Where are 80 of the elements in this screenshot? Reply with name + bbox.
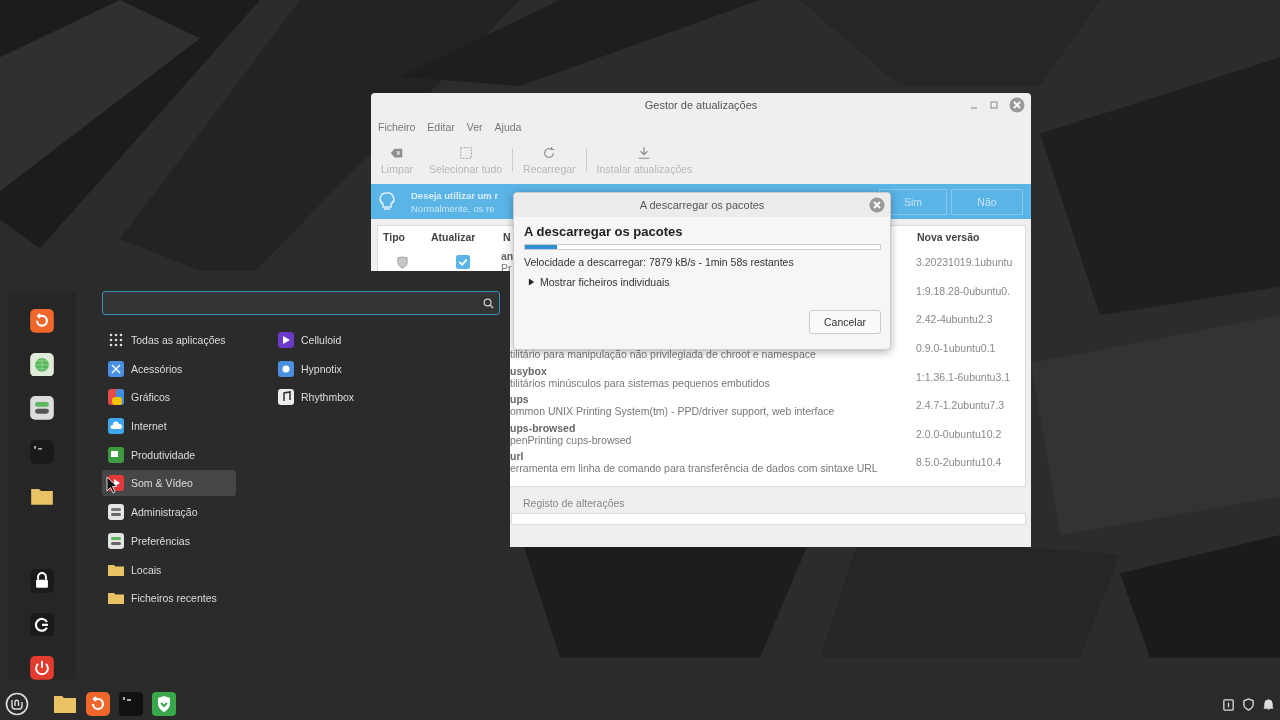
menu-item[interactable]: Ver [466, 121, 483, 135]
shield-icon[interactable] [1242, 697, 1255, 711]
search-icon [483, 297, 494, 309]
browser-icon[interactable] [86, 692, 110, 716]
cloud-icon [108, 418, 124, 435]
package-description: tilitário para manipulação não privilegiada de chroot e namespace [510, 348, 816, 361]
app-item[interactable]: Celluloid [272, 327, 406, 353]
category-item[interactable]: Locais [102, 556, 236, 583]
category-item[interactable]: Internet [102, 413, 236, 440]
package-name: usybox [510, 364, 547, 377]
reload-icon [542, 145, 557, 160]
category-item[interactable]: Administração [102, 499, 236, 526]
app-item[interactable]: Hypnotix [272, 355, 406, 382]
table-cell-text: 1:1.36.1-6ubuntu3.1 [915, 370, 1011, 383]
browser-icon[interactable] [30, 309, 54, 333]
toggle-icon [108, 504, 124, 521]
dialog-heading: A descarregar os pacotes [524, 224, 684, 239]
bell-icon[interactable] [1262, 697, 1275, 711]
close-icon[interactable] [1009, 97, 1025, 113]
category-item[interactable]: Todas as aplicações [102, 327, 236, 353]
power-icon[interactable] [30, 656, 54, 680]
toggle-icon [108, 532, 124, 549]
table-cell-text: 0.9.0-1ubuntu0.1 [915, 342, 997, 355]
menu-item[interactable]: Editar [427, 121, 455, 135]
category-item[interactable]: Acessórios [102, 355, 236, 382]
package-name: url [510, 450, 524, 463]
menu-item[interactable]: Ajuda [494, 121, 522, 135]
table-cell-text: 8.5.0-2ubuntu10.4 [915, 456, 1003, 469]
package-description: ommon UNIX Printing System(tm) - PPD/driver support, web interface [510, 405, 835, 418]
globe-icon[interactable] [30, 352, 54, 377]
category-item[interactable]: Som & Vídeo [102, 470, 236, 497]
scissors-icon [108, 360, 124, 377]
terminal-icon[interactable] [119, 692, 143, 716]
package-name: an [501, 250, 514, 263]
package-description: penPrinting cups-browsed [510, 433, 632, 446]
package-name: ups-browsed [510, 421, 576, 434]
info-title: Deseja utilizar um r [411, 188, 499, 202]
checkbox[interactable] [456, 255, 470, 270]
category-item[interactable]: Gráficos [102, 384, 236, 411]
status-text: Velocidade a descarregar: 7879 kB/s - 1min 58s restantes [524, 256, 795, 268]
app-item[interactable]: Rhythmbox [272, 384, 406, 411]
expander[interactable]: Mostrar ficheiros individuais [524, 276, 881, 288]
shield-icon [396, 255, 408, 269]
category-item[interactable]: Produtividade [102, 441, 236, 468]
clipboard-icon[interactable] [1222, 697, 1235, 711]
dialog-title: A descarregar os pacotes [639, 199, 765, 211]
package-description: tilitários minúsculos para sistemas pequenos embutidos [510, 376, 770, 389]
column-header[interactable]: Nova versão [912, 231, 1025, 243]
table-cell-text: 2.4.7-1.2ubuntu7.3 [915, 399, 1006, 412]
column-header[interactable]: Atualizar [426, 231, 500, 243]
column-header[interactable]: Tipo [378, 231, 426, 243]
table-cell-text: 3.20231019.1ubuntu [915, 256, 1014, 269]
table-cell-text: 2.0.0-0ubuntu10.2 [915, 427, 1003, 440]
menu-item[interactable]: Ficheiro [378, 121, 416, 135]
search-field[interactable] [102, 291, 500, 315]
lightbulb-icon [379, 191, 395, 212]
selection-icon [458, 145, 473, 160]
table-cell-text: 1:9.18.28-0ubuntu0. [915, 284, 1011, 297]
play-icon [278, 332, 294, 348]
folder-icon [108, 590, 124, 607]
package-name: ups [510, 393, 529, 406]
close-icon[interactable] [869, 197, 885, 213]
package-description: erramenta em linha de comando para transferência de dados com sintaxe URL [510, 462, 878, 475]
gradient-icon [108, 389, 124, 406]
shield-icon[interactable] [152, 692, 176, 716]
cursor-icon [106, 476, 118, 494]
info-text: Normalmente, os re [411, 201, 495, 215]
download-icon [637, 145, 652, 160]
table-cell-text: 2.42-4ubuntu2.3 [915, 313, 994, 326]
logout-icon[interactable] [30, 612, 54, 637]
menu-logo-icon[interactable] [5, 692, 29, 716]
lock-icon[interactable] [30, 568, 54, 593]
cancel-button[interactable]: Cancelar [809, 310, 881, 334]
category-item[interactable]: Preferências [102, 527, 236, 554]
window-title: Gestor de atualizações [644, 99, 758, 111]
category-item[interactable]: Ficheiros recentes [102, 585, 236, 612]
document-icon [108, 446, 124, 463]
grid-icon [108, 332, 124, 348]
toggle-icon[interactable] [30, 396, 54, 420]
terminal-icon[interactable] [30, 439, 54, 464]
